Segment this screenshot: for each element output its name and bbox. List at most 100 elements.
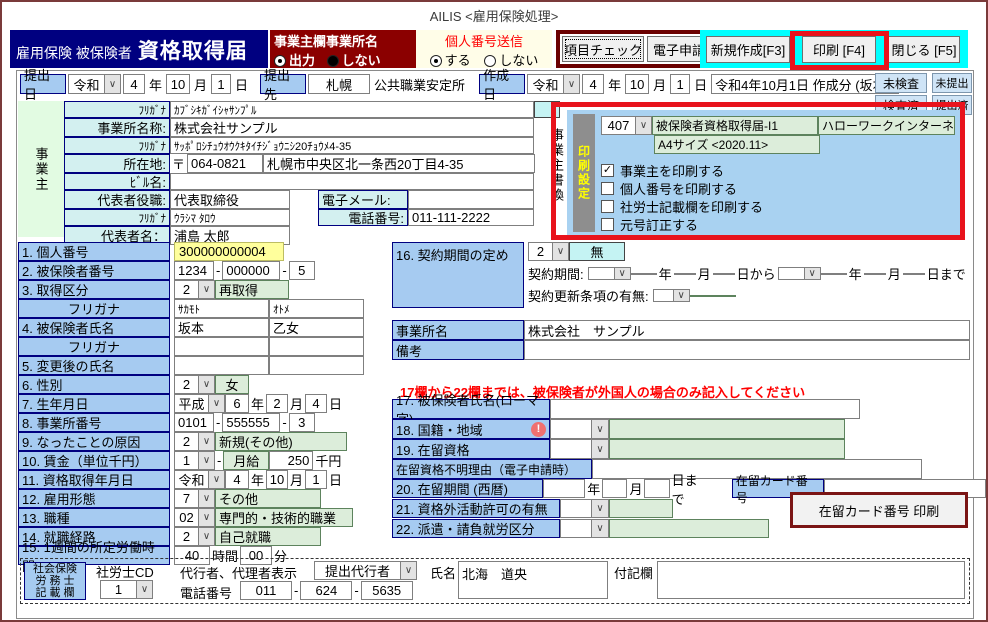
field16-to-era-combo[interactable]: ∨ <box>778 267 821 280</box>
field14-code-combo[interactable]: 2∨ <box>174 527 215 546</box>
sr-tel1-input[interactable]: 011 <box>240 581 292 600</box>
create-new-button[interactable]: 新規作成[F3] <box>706 36 790 63</box>
field22-text-field[interactable] <box>609 519 769 538</box>
field18-text-field[interactable] <box>609 419 845 439</box>
field11-day-input[interactable]: 1 <box>305 470 327 489</box>
field4-name2-input[interactable]: 乙女 <box>269 318 364 337</box>
submit-era-combo[interactable]: 令和∨ <box>68 74 121 94</box>
field2-part2-input[interactable]: 000000 <box>222 261 280 280</box>
field19-combo[interactable]: ∨ <box>592 439 609 459</box>
field13-text-field[interactable]: 専門的・技術的職業 <box>215 508 353 527</box>
field9-text-field[interactable]: 新規(その他) <box>215 432 347 451</box>
field16-from-day-input[interactable] <box>713 273 735 275</box>
field16-to-month-input[interactable] <box>864 273 886 275</box>
item-check-button[interactable]: 項目チェック <box>562 36 644 62</box>
field8-part1-input[interactable]: 0101 <box>174 413 214 432</box>
sr-tel2-input[interactable]: 624 <box>300 581 352 600</box>
field5-name1-input[interactable] <box>174 356 269 375</box>
field7-year-input[interactable]: 6 <box>225 394 249 413</box>
field21-code-input[interactable] <box>560 499 592 518</box>
field16-to-year-input[interactable] <box>821 273 847 275</box>
field18-code-input[interactable] <box>550 419 592 439</box>
print-mynumber-checkbox[interactable] <box>601 182 614 195</box>
office-name-row-input[interactable]: 株式会社 サンプル <box>524 320 970 340</box>
print-sr-column-checkbox[interactable] <box>601 200 614 213</box>
field11-month-input[interactable]: 10 <box>266 470 288 489</box>
field17-romaji-input[interactable] <box>550 399 860 419</box>
field11-era-combo[interactable]: 令和∨ <box>174 470 225 489</box>
print-employer-checkbox[interactable]: ✓ <box>601 164 614 177</box>
field16-text-field[interactable]: 無 <box>569 242 625 261</box>
field9-code-combo[interactable]: 2∨ <box>174 432 215 451</box>
field13-code-combo[interactable]: 02∨ <box>174 508 215 527</box>
field8-part3-input[interactable]: 3 <box>289 413 315 432</box>
aux-small-field[interactable] <box>534 101 560 118</box>
field22-code-input[interactable] <box>560 519 592 538</box>
created-note-field[interactable]: 令和4年10月1日 作成分 (坂本 乙女) <box>711 74 899 94</box>
created-month-input[interactable]: 10 <box>625 74 649 94</box>
print-button[interactable]: 印刷 [F4] <box>802 36 876 63</box>
field4-kana1-input[interactable]: ｻｶﾓﾄ <box>174 299 269 318</box>
field16-code-combo[interactable]: 2∨ <box>528 242 569 261</box>
field10-code-combo[interactable]: 1∨ <box>174 451 215 470</box>
employer-zip-input[interactable]: 064-0821 <box>187 154 263 173</box>
created-day-input[interactable]: 1 <box>670 74 690 94</box>
created-year-input[interactable]: 4 <box>582 74 604 94</box>
field20-year-input[interactable] <box>543 479 585 498</box>
close-button[interactable]: 閉じる [F5] <box>888 36 960 63</box>
employer-rep-kana-input[interactable]: ｳﾗｼﾏ ﾀﾛｳ <box>170 209 290 226</box>
office-nooutput-radio[interactable] <box>327 55 339 67</box>
mynumber-yes-radio[interactable] <box>430 55 442 67</box>
field7-era-combo[interactable]: 平成∨ <box>174 394 225 413</box>
field2-part1-input[interactable]: 1234 <box>174 261 214 280</box>
employer-name-kana-input[interactable]: ｶﾌﾞｼｷｶﾞｲｼｬｻﾝﾌﾟﾙ <box>170 101 534 118</box>
print-form-source-field[interactable]: ハローワークインターネットサ <box>818 116 955 135</box>
print-form-code-combo[interactable]: 407∨ <box>601 116 652 135</box>
field14-text-field[interactable]: 自己就職 <box>215 527 321 546</box>
submit-dest-input[interactable]: 札幌 <box>308 74 370 94</box>
field16-from-era-combo[interactable]: ∨ <box>588 267 631 280</box>
field19-code-input[interactable] <box>550 439 592 459</box>
field12-code-combo[interactable]: 7∨ <box>174 489 215 508</box>
field7-day-input[interactable]: 4 <box>305 394 327 413</box>
employer-bldg-input[interactable] <box>170 173 534 190</box>
field2-part3-input[interactable]: 5 <box>289 261 315 280</box>
employer-role-input[interactable]: 代表取締役 <box>170 190 290 209</box>
field8-part2-input[interactable]: 555555 <box>222 413 280 432</box>
field10-type-field[interactable]: 月給 <box>223 451 269 470</box>
field5-kana1-input[interactable] <box>174 337 269 356</box>
sr-name-input[interactable]: 北海 道央 <box>458 561 608 599</box>
field3-text-field[interactable]: 再取得 <box>215 280 289 299</box>
print-form-name-field[interactable]: 被保険者資格取得届-I1 <box>652 116 818 135</box>
residence-card-print-button[interactable]: 在留カード番号 印刷 <box>790 492 968 528</box>
field6-code-combo[interactable]: 2∨ <box>174 375 215 394</box>
field16-from-year-input[interactable] <box>631 273 657 275</box>
field16-to-day-input[interactable] <box>903 273 925 275</box>
field16-renew-field[interactable] <box>690 295 736 297</box>
sr-cd-combo[interactable]: 1∨ <box>100 580 153 599</box>
field18-combo[interactable]: ∨ <box>592 419 609 439</box>
field3-code-combo[interactable]: 2∨ <box>174 280 215 299</box>
employer-addr-kana-input[interactable]: ｻｯﾎﾟﾛｼﾁｭｳｵｳｸｷﾀｲﾁｼﾞｮｳﾆｼ20ﾁｮｳﾒ4-35 <box>170 137 534 154</box>
field21-text-field[interactable] <box>609 499 673 518</box>
field19-text-field[interactable] <box>609 439 845 459</box>
print-form-size-field[interactable]: A4サイズ <2020.11> <box>654 135 820 154</box>
employer-email-input[interactable] <box>408 190 534 209</box>
field11-year-input[interactable]: 4 <box>225 470 249 489</box>
field1-mynumber-value[interactable]: 300000000004 <box>174 242 284 261</box>
submit-year-input[interactable]: 4 <box>123 74 145 94</box>
employer-addr-input[interactable]: 札幌市中央区北一条西20丁目4-35 <box>263 154 535 173</box>
sr-note-input[interactable] <box>657 561 965 599</box>
status-unsubmitted-button[interactable]: 未提出 <box>932 73 972 93</box>
field16-renew-combo[interactable]: ∨ <box>653 289 690 302</box>
field21-combo[interactable]: ∨ <box>592 499 609 518</box>
field4-name1-input[interactable]: 坂本 <box>174 318 269 337</box>
created-era-combo[interactable]: 令和∨ <box>527 74 580 94</box>
remarks-input[interactable] <box>524 340 970 360</box>
field20-month-input[interactable] <box>602 479 627 498</box>
field6-text-field[interactable]: 女 <box>215 375 249 394</box>
employer-tel-input[interactable]: 011-111-2222 <box>408 209 534 226</box>
employer-name-input[interactable]: 株式会社サンプル <box>170 118 534 137</box>
field5-name2-input[interactable] <box>269 356 364 375</box>
field12-text-field[interactable]: その他 <box>215 489 321 508</box>
